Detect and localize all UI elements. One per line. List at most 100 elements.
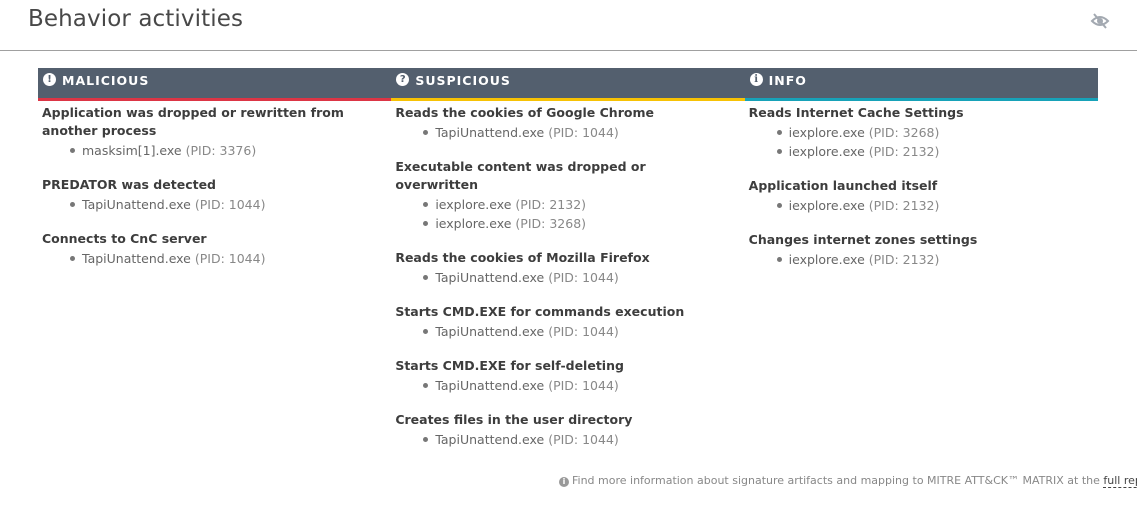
category-header-suspicious: ? SUSPICIOUS — [391, 68, 745, 101]
section-header: Behavior activities — [0, 0, 1137, 51]
process-list: TapiUnattend.exe (PID: 1044) — [395, 376, 744, 395]
process-pid: (PID: 1044) — [548, 125, 619, 140]
category-label: SUSPICIOUS — [415, 73, 511, 88]
category-color-bar — [391, 98, 745, 101]
hide-section-button[interactable] — [1090, 12, 1110, 30]
full-report-link[interactable]: full report — [1103, 474, 1137, 488]
signature-group: Changes internet zones settings iexplore.… — [749, 231, 1098, 269]
signature-title: Starts CMD.EXE for self-deleting — [395, 358, 624, 373]
process-name[interactable]: TapiUnattend.exe — [435, 270, 544, 285]
process-pid: (PID: 1044) — [548, 270, 619, 285]
process-name[interactable]: iexplore.exe — [435, 216, 511, 231]
process-item[interactable]: TapiUnattend.exe (PID: 1044) — [395, 322, 744, 341]
signature-title: Reads Internet Cache Settings — [748, 105, 964, 120]
process-pid: (PID: 1044) — [194, 197, 266, 212]
signature-group: Starts CMD.EXE for self-deleting TapiUnat… — [395, 357, 744, 395]
process-item[interactable]: TapiUnattend.exe (PID: 1044) — [395, 376, 744, 395]
process-item[interactable]: TapiUnattend.exe (PID: 1044) — [395, 268, 744, 287]
category-column-malicious: Application was dropped or rewritten fro… — [38, 104, 391, 465]
process-name[interactable]: TapiUnattend.exe — [82, 251, 191, 266]
process-pid: (PID: 3268) — [868, 125, 940, 140]
eye-slash-icon — [1090, 13, 1110, 29]
category-header-malicious: ! MALICIOUS — [38, 68, 392, 101]
signature-title: Executable content was dropped or overwr… — [395, 159, 646, 192]
process-list: TapiUnattend.exe (PID: 1044) — [395, 322, 744, 341]
process-item[interactable]: TapiUnattend.exe (PID: 1044) — [42, 195, 391, 214]
signature-title: Creates files in the user directory — [395, 412, 633, 427]
process-list: TapiUnattend.exe (PID: 1044) — [395, 430, 744, 449]
process-item[interactable]: TapiUnattend.exe (PID: 1044) — [395, 430, 744, 449]
process-name[interactable]: iexplore.exe — [435, 197, 511, 212]
page-title: Behavior activities — [28, 6, 244, 32]
bullet-icon — [70, 256, 75, 261]
process-list: iexplore.exe (PID: 3268) iexplore.exe (PI… — [749, 123, 1098, 161]
process-list: iexplore.exe (PID: 2132) iexplore.exe (PI… — [395, 195, 744, 233]
footer-note: i Find more information about signature a… — [559, 474, 1137, 488]
bullet-icon — [776, 203, 782, 208]
process-pid: (PID: 1044) — [548, 432, 619, 447]
process-list: TapiUnattend.exe (PID: 1044) — [42, 195, 391, 214]
signature-title: Starts CMD.EXE for commands execution — [395, 304, 685, 319]
category-header-info: i INFO — [744, 68, 1098, 101]
signature-group: Application was dropped or rewritten fro… — [42, 104, 391, 160]
category-column-suspicious: Reads the cookies of Google Chrome TapiUn… — [391, 104, 744, 465]
process-name[interactable]: iexplore.exe — [789, 125, 865, 140]
process-list: TapiUnattend.exe (PID: 1044) — [395, 123, 744, 142]
signature-title: Application launched itself — [748, 178, 938, 193]
process-pid: (PID: 1044) — [194, 251, 266, 266]
bullet-icon — [423, 130, 429, 135]
process-name[interactable]: iexplore.exe — [789, 144, 865, 159]
signature-title: Connects to CnC server — [42, 231, 207, 246]
bullet-icon — [423, 437, 429, 442]
bullet-icon — [70, 202, 75, 207]
process-list: TapiUnattend.exe (PID: 1044) — [395, 268, 744, 287]
signature-group: PREDATOR was detected TapiUnattend.exe (P… — [42, 176, 391, 214]
process-pid: (PID: 2132) — [868, 144, 940, 159]
signature-title: PREDATOR was detected — [42, 177, 216, 192]
category-color-bar — [744, 98, 1098, 101]
process-name[interactable]: TapiUnattend.exe — [435, 125, 544, 140]
process-item[interactable]: iexplore.exe (PID: 2132) — [749, 142, 1098, 161]
process-list: masksim[1].exe (PID: 3376) — [42, 141, 391, 160]
signature-group: Reads Internet Cache Settings iexplore.ex… — [749, 104, 1098, 161]
process-item[interactable]: iexplore.exe (PID: 3268) — [395, 214, 744, 233]
process-name[interactable]: iexplore.exe — [789, 252, 865, 267]
process-name[interactable]: masksim[1].exe — [82, 143, 182, 158]
process-item[interactable]: iexplore.exe (PID: 2132) — [749, 196, 1098, 215]
full-report-link-label[interactable]: full report — [1103, 474, 1137, 487]
process-item[interactable]: TapiUnattend.exe (PID: 1044) — [42, 249, 391, 268]
signature-title: Reads the cookies of Google Chrome — [395, 105, 654, 120]
behavior-panel: ! MALICIOUS ? SUSPICIOUS i INFO Applicat… — [38, 68, 1098, 465]
process-name[interactable]: TapiUnattend.exe — [82, 197, 191, 212]
bullet-icon — [776, 149, 782, 154]
exclamation-circle-icon: ! — [43, 73, 56, 86]
bullet-icon — [423, 202, 429, 207]
process-item[interactable]: iexplore.exe (PID: 3268) — [749, 123, 1098, 142]
signature-group: Starts CMD.EXE for commands execution Tap… — [395, 303, 744, 341]
process-name[interactable]: iexplore.exe — [789, 198, 865, 213]
bullet-icon — [776, 130, 782, 135]
bullet-icon — [70, 148, 75, 153]
process-item[interactable]: masksim[1].exe (PID: 3376) — [42, 141, 391, 160]
category-label: MALICIOUS — [62, 73, 150, 88]
signature-title: Changes internet zones settings — [748, 232, 978, 247]
signature-group: Connects to CnC server TapiUnattend.exe (… — [42, 230, 391, 268]
category-header-bar: ! MALICIOUS ? SUSPICIOUS i INFO — [38, 68, 1098, 101]
bullet-icon — [423, 383, 429, 388]
process-pid: (PID: 2132) — [868, 252, 940, 267]
process-name[interactable]: TapiUnattend.exe — [435, 324, 544, 339]
bullet-icon — [423, 329, 429, 334]
process-name[interactable]: TapiUnattend.exe — [435, 432, 544, 447]
category-columns: Application was dropped or rewritten fro… — [38, 104, 1098, 465]
process-name[interactable]: TapiUnattend.exe — [435, 378, 544, 393]
process-item[interactable]: TapiUnattend.exe (PID: 1044) — [395, 123, 744, 142]
process-item[interactable]: iexplore.exe (PID: 2132) — [395, 195, 744, 214]
bullet-icon — [423, 275, 429, 280]
signature-group: Application launched itself iexplore.exe … — [749, 177, 1098, 215]
process-item[interactable]: iexplore.exe (PID: 2132) — [749, 250, 1098, 269]
process-pid: (PID: 2132) — [868, 198, 940, 213]
signature-title: Reads the cookies of Mozilla Firefox — [395, 250, 650, 265]
category-label: INFO — [768, 73, 807, 88]
bullet-icon — [776, 257, 782, 262]
info-circle-icon: i — [559, 477, 569, 487]
